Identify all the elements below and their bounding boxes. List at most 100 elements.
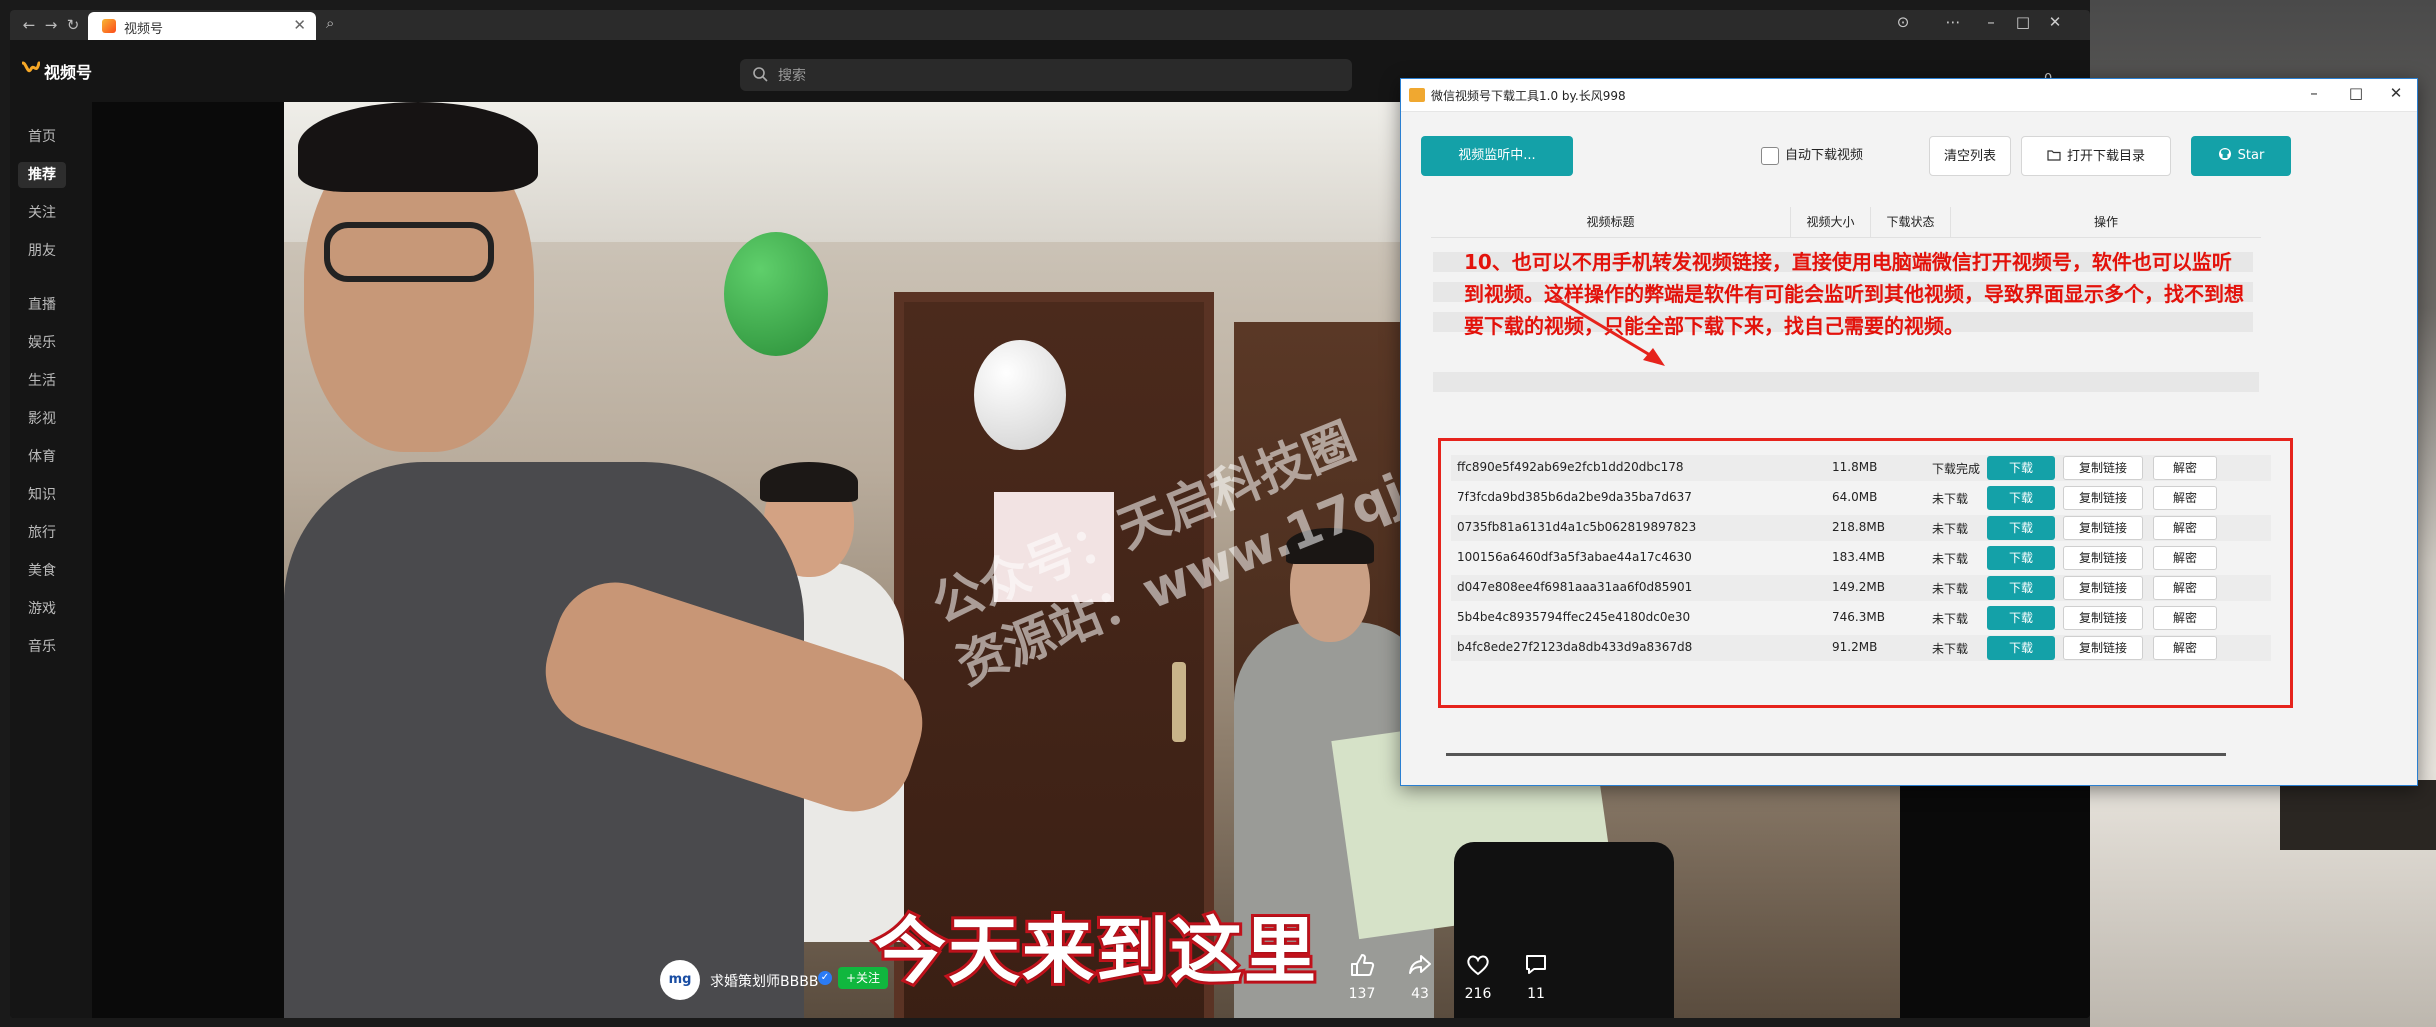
scene-door-handle bbox=[1172, 662, 1186, 742]
sidebar: 首页 推荐 关注 朋友 直播 娱乐 生活 影视 体育 知识 旅行 美食 游戏 音… bbox=[10, 102, 92, 1018]
tab-close-icon[interactable]: ✕ bbox=[293, 16, 306, 34]
forward-icon[interactable]: → bbox=[40, 14, 62, 36]
placeholder-row bbox=[1433, 372, 2259, 392]
sidebar-item-sports[interactable]: 体育 bbox=[18, 444, 66, 470]
row-title: d047e808ee4f6981aaa31aa6f0d85901 bbox=[1457, 580, 1693, 594]
close-icon[interactable]: ✕ bbox=[2381, 84, 2411, 102]
maximize-icon[interactable]: □ bbox=[2341, 84, 2371, 102]
sidebar-item-life[interactable]: 生活 bbox=[18, 368, 66, 394]
video-subtitle: 今天来到这里 bbox=[871, 906, 1319, 996]
decrypt-button[interactable]: 解密 bbox=[2153, 576, 2217, 600]
decrypt-button[interactable]: 解密 bbox=[2153, 636, 2217, 660]
table-row[interactable]: 100156a6460df3a5f3abae44a17c4630 183.4MB… bbox=[1451, 545, 2271, 571]
row-title: 0735fb81a6131d4a1c5b062819897823 bbox=[1457, 520, 1697, 534]
open-directory-label: 打开下载目录 bbox=[2066, 149, 2145, 164]
sidebar-item-recommend[interactable]: 推荐 bbox=[18, 162, 66, 188]
author-avatar[interactable]: mg bbox=[660, 960, 700, 1000]
search-box[interactable] bbox=[740, 59, 1352, 93]
sidebar-item-live[interactable]: 直播 bbox=[18, 292, 66, 318]
row-title: 100156a6460df3a5f3abae44a17c4630 bbox=[1457, 550, 1692, 564]
favicon-icon bbox=[102, 19, 116, 33]
comment-button[interactable]: 11 bbox=[1506, 952, 1566, 1002]
scene-balloon bbox=[974, 340, 1066, 450]
download-button[interactable]: 下载 bbox=[1987, 546, 2055, 570]
back-icon[interactable]: ← bbox=[18, 14, 40, 36]
maximize-icon[interactable]: □ bbox=[2010, 13, 2036, 31]
tab-search-icon[interactable]: ⌕ bbox=[326, 14, 334, 32]
download-button[interactable]: 下载 bbox=[1987, 456, 2055, 480]
copy-link-button[interactable]: 复制链接 bbox=[2063, 576, 2143, 600]
author-name[interactable]: 求婚策划师BBBB bbox=[710, 971, 818, 991]
table-row[interactable]: 7f3fcda9bd385b6da2be9da35ba7d637 64.0MB … bbox=[1451, 485, 2271, 511]
sidebar-item-friends[interactable]: 朋友 bbox=[18, 238, 66, 264]
browser-tab[interactable]: 视频号 ✕ bbox=[88, 12, 316, 40]
row-status: 未下载 bbox=[1932, 522, 1969, 536]
reload-icon[interactable]: ↻ bbox=[62, 14, 84, 36]
favorite-button[interactable]: 216 bbox=[1448, 952, 1508, 1002]
decrypt-button[interactable]: 解密 bbox=[2153, 516, 2217, 540]
open-directory-button[interactable]: 打开下载目录 bbox=[2021, 136, 2171, 176]
download-button[interactable]: 下载 bbox=[1987, 576, 2055, 600]
sidebar-item-film[interactable]: 影视 bbox=[18, 406, 66, 432]
more-icon[interactable]: ⋯ bbox=[1940, 13, 1966, 31]
tab-strip: ← → ↻ 视频号 ✕ ⌕ ⊙ ⋯ – □ ✕ bbox=[10, 10, 2090, 40]
scene-person-hair bbox=[760, 462, 858, 502]
decrypt-button[interactable]: 解密 bbox=[2153, 486, 2217, 510]
sidebar-item-knowledge[interactable]: 知识 bbox=[18, 482, 66, 508]
table-row[interactable]: ffc890e5f492ab69e2fcb1dd20dbc178 11.8MB … bbox=[1451, 455, 2271, 481]
downloader-title: 微信视频号下载工具1.0 by.长风998 bbox=[1431, 89, 1626, 103]
copy-link-button[interactable]: 复制链接 bbox=[2063, 486, 2143, 510]
copy-link-button[interactable]: 复制链接 bbox=[2063, 606, 2143, 630]
column-title: 视频标题 bbox=[1431, 207, 1791, 237]
annotation-arrow-icon bbox=[1554, 296, 1665, 366]
clear-list-button[interactable]: 清空列表 bbox=[1929, 136, 2011, 176]
comment-icon bbox=[1526, 955, 1546, 974]
tab-title: 视频号 bbox=[124, 22, 164, 37]
decrypt-button[interactable]: 解密 bbox=[2153, 606, 2217, 630]
sidebar-item-games[interactable]: 游戏 bbox=[18, 596, 66, 622]
progress-bar bbox=[1446, 753, 2226, 756]
scene-person-main-hair bbox=[298, 102, 538, 192]
search-input[interactable] bbox=[776, 59, 1340, 93]
sidebar-item-music[interactable]: 音乐 bbox=[18, 634, 66, 660]
table-row[interactable]: 5b4be4c8935794ffec245e4180dc0e30 746.3MB… bbox=[1451, 605, 2271, 631]
scene-balloon bbox=[724, 232, 828, 356]
star-button[interactable]: Star bbox=[2191, 136, 2291, 176]
sidebar-item-food[interactable]: 美食 bbox=[18, 558, 66, 584]
sidebar-item-following[interactable]: 关注 bbox=[18, 200, 66, 226]
auto-download-checkbox[interactable] bbox=[1761, 146, 1779, 165]
row-size: 218.8MB bbox=[1832, 520, 1885, 534]
sidebar-item-travel[interactable]: 旅行 bbox=[18, 520, 66, 546]
like-button[interactable]: 137 bbox=[1332, 952, 1392, 1002]
copy-link-button[interactable]: 复制链接 bbox=[2063, 546, 2143, 570]
copy-link-button[interactable]: 复制链接 bbox=[2063, 516, 2143, 540]
minimize-icon[interactable]: – bbox=[1978, 13, 2004, 31]
downloader-window: 微信视频号下载工具1.0 by.长风998 – □ ✕ 视频监听中... 自动下… bbox=[1400, 78, 2418, 786]
sidebar-item-home[interactable]: 首页 bbox=[18, 124, 66, 150]
close-icon[interactable]: ✕ bbox=[2042, 13, 2068, 31]
decrypt-button[interactable]: 解密 bbox=[2153, 456, 2217, 480]
follow-button[interactable]: +关注 bbox=[838, 967, 889, 989]
row-status: 未下载 bbox=[1932, 612, 1969, 626]
row-status: 未下载 bbox=[1932, 642, 1969, 656]
table-row[interactable]: 0735fb81a6131d4a1c5b062819897823 218.8MB… bbox=[1451, 515, 2271, 541]
favorite-count: 216 bbox=[1464, 986, 1492, 1002]
download-button[interactable]: 下载 bbox=[1987, 486, 2055, 510]
table-row[interactable]: d047e808ee4f6981aaa31aa6f0d85901 149.2MB… bbox=[1451, 575, 2271, 601]
downloader-body: 视频监听中... 自动下载视频 清空列表 打开下载目录 Star 视频标题 视频… bbox=[1401, 112, 2417, 785]
copy-link-button[interactable]: 复制链接 bbox=[2063, 456, 2143, 480]
auto-download-toggle[interactable]: 自动下载视频 bbox=[1761, 136, 1863, 176]
monitor-button[interactable]: 视频监听中... bbox=[1421, 136, 1573, 176]
download-button[interactable]: 下载 bbox=[1987, 636, 2055, 660]
decrypt-button[interactable]: 解密 bbox=[2153, 546, 2217, 570]
sidebar-item-entertainment[interactable]: 娱乐 bbox=[18, 330, 66, 356]
download-button[interactable]: 下载 bbox=[1987, 606, 2055, 630]
minimize-icon[interactable]: – bbox=[2299, 84, 2329, 102]
download-button[interactable]: 下载 bbox=[1987, 516, 2055, 540]
row-size: 64.0MB bbox=[1832, 490, 1878, 504]
table-row[interactable]: b4fc8ede27f2123da8db433d9a8367d8 91.2MB … bbox=[1451, 635, 2271, 661]
share-button[interactable]: 43 bbox=[1390, 952, 1450, 1002]
download-icon[interactable]: ⊙ bbox=[1890, 13, 1916, 31]
copy-link-button[interactable]: 复制链接 bbox=[2063, 636, 2143, 660]
like-count: 137 bbox=[1348, 986, 1376, 1002]
